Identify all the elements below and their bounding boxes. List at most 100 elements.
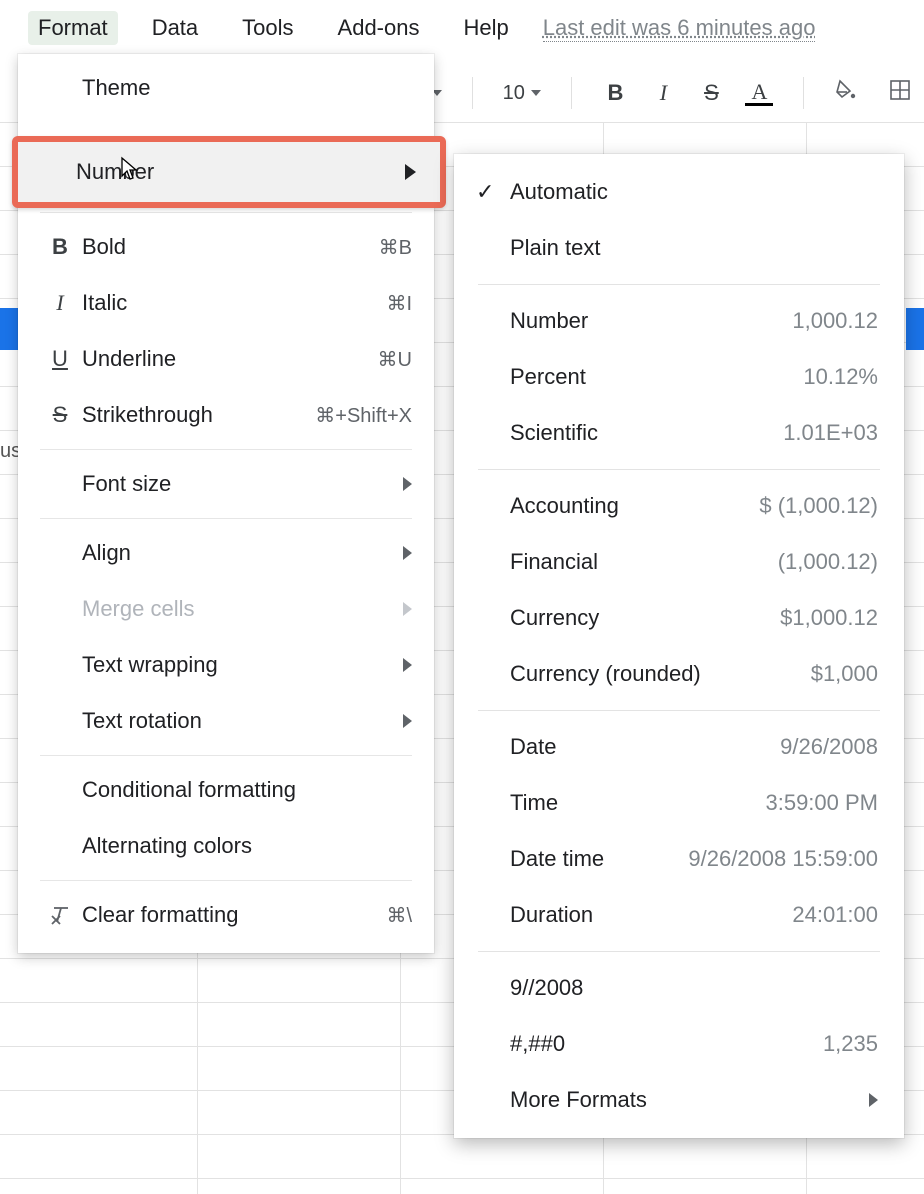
menu-item-strikethrough[interactable]: S Strikethrough ⌘+Shift+X	[18, 387, 434, 443]
submenu-example: (1,000.12)	[778, 549, 878, 575]
menu-item-number[interactable]: Number	[12, 136, 446, 208]
italic-button[interactable]: I	[649, 80, 677, 106]
submenu-label: Currency	[510, 605, 780, 631]
submenu-item-datetime[interactable]: Date time 9/26/2008 15:59:00	[454, 831, 904, 887]
submenu-label: Currency (rounded)	[510, 661, 811, 687]
menu-separator	[40, 755, 412, 756]
menu-item-text-wrapping[interactable]: Text wrapping	[18, 637, 434, 693]
menu-addons[interactable]: Add-ons	[328, 11, 430, 45]
submenu-example: 9/26/2008 15:59:00	[688, 846, 878, 872]
submenu-label: Scientific	[510, 420, 783, 446]
menu-item-shortcut: ⌘+Shift+X	[315, 403, 412, 428]
bold-icon: B	[38, 234, 82, 260]
submenu-label: Automatic	[510, 179, 878, 205]
submenu-example: 9/26/2008	[780, 734, 878, 760]
menu-item-bold[interactable]: B Bold ⌘B	[18, 219, 434, 275]
menu-separator	[40, 212, 412, 213]
menu-separator	[40, 449, 412, 450]
italic-icon: I	[38, 290, 82, 316]
menu-help[interactable]: Help	[453, 11, 518, 45]
submenu-item-accounting[interactable]: Accounting $ (1,000.12)	[454, 478, 904, 534]
submenu-label: Accounting	[510, 493, 759, 519]
menu-item-italic[interactable]: I Italic ⌘I	[18, 275, 434, 331]
menu-item-label: Italic	[82, 290, 386, 316]
submenu-item-time[interactable]: Time 3:59:00 PM	[454, 775, 904, 831]
submenu-item-plain-text[interactable]: Plain text	[454, 220, 904, 276]
submenu-label: Time	[510, 790, 765, 816]
submenu-arrow-icon	[403, 658, 412, 672]
submenu-example: 1,235	[823, 1031, 878, 1057]
last-edit-link[interactable]: Last edit was 6 minutes ago	[543, 15, 816, 42]
toolbar-separator	[803, 77, 804, 109]
fill-color-button[interactable]	[834, 78, 858, 108]
submenu-label: Date time	[510, 846, 688, 872]
menu-item-shortcut: ⌘I	[386, 291, 412, 316]
checkmark-icon: ✓	[476, 179, 510, 205]
menu-item-label: Conditional formatting	[82, 777, 412, 803]
strikethrough-button[interactable]: S	[697, 80, 725, 106]
submenu-item-scientific[interactable]: Scientific 1.01E+03	[454, 405, 904, 461]
cursor-pointer-icon	[118, 156, 140, 188]
submenu-arrow-icon	[403, 546, 412, 560]
menu-item-shortcut: ⌘B	[379, 235, 412, 260]
menu-item-alternating-colors[interactable]: Alternating colors	[18, 818, 434, 874]
submenu-item-percent[interactable]: Percent 10.12%	[454, 349, 904, 405]
menu-item-font-size[interactable]: Font size	[18, 456, 434, 512]
submenu-example: 3:59:00 PM	[765, 790, 878, 816]
menu-item-shortcut: ⌘\	[386, 903, 412, 928]
menu-item-label: Text wrapping	[82, 652, 403, 678]
menu-item-conditional-formatting[interactable]: Conditional formatting	[18, 762, 434, 818]
menu-item-label: Bold	[82, 234, 379, 260]
submenu-example: 1.01E+03	[783, 420, 878, 446]
submenu-label: Date	[510, 734, 780, 760]
submenu-example: 10.12%	[803, 364, 878, 390]
submenu-label: Plain text	[510, 235, 878, 261]
submenu-label: Financial	[510, 549, 778, 575]
menu-item-underline[interactable]: U Underline ⌘U	[18, 331, 434, 387]
menu-item-label: Alternating colors	[82, 833, 412, 859]
submenu-example: $1,000	[811, 661, 878, 687]
menu-item-label: Merge cells	[82, 596, 403, 622]
menu-data[interactable]: Data	[142, 11, 208, 45]
submenu-separator	[478, 469, 880, 470]
menu-bar: Format Data Tools Add-ons Help Last edit…	[0, 0, 924, 56]
menu-item-theme[interactable]: Theme	[18, 60, 434, 116]
menu-format[interactable]: Format	[28, 11, 118, 45]
menu-item-label: Font size	[82, 471, 403, 497]
submenu-arrow-icon	[403, 602, 412, 616]
caret-down-icon	[531, 90, 541, 96]
submenu-item-duration[interactable]: Duration 24:01:00	[454, 887, 904, 943]
submenu-label: #,##0	[510, 1031, 823, 1057]
submenu-item-custom-2[interactable]: #,##0 1,235	[454, 1016, 904, 1072]
submenu-item-custom-1[interactable]: 9//2008	[454, 960, 904, 1016]
text-color-button[interactable]: A	[745, 81, 773, 106]
toolbar-separator	[571, 77, 572, 109]
submenu-item-number[interactable]: Number 1,000.12	[454, 293, 904, 349]
borders-button[interactable]	[888, 78, 912, 108]
menu-item-align[interactable]: Align	[18, 525, 434, 581]
menu-item-clear-formatting[interactable]: Clear formatting ⌘\	[18, 887, 434, 943]
submenu-item-currency[interactable]: Currency $1,000.12	[454, 590, 904, 646]
submenu-label: 9//2008	[510, 975, 878, 1001]
menu-item-shortcut: ⌘U	[378, 347, 412, 372]
submenu-item-currency-rounded[interactable]: Currency (rounded) $1,000	[454, 646, 904, 702]
menu-item-label: Text rotation	[82, 708, 403, 734]
menu-item-label: Align	[82, 540, 403, 566]
submenu-item-financial[interactable]: Financial (1,000.12)	[454, 534, 904, 590]
bold-button[interactable]: B	[601, 80, 629, 106]
submenu-example: $1,000.12	[780, 605, 878, 631]
toolbar: 10 B I S A	[420, 64, 924, 122]
submenu-item-date[interactable]: Date 9/26/2008	[454, 719, 904, 775]
number-format-submenu: ✓ Automatic Plain text Number 1,000.12 P…	[454, 154, 904, 1138]
submenu-separator	[478, 710, 880, 711]
menu-item-text-rotation[interactable]: Text rotation	[18, 693, 434, 749]
submenu-label: Duration	[510, 902, 792, 928]
submenu-separator	[478, 284, 880, 285]
font-size-value: 10	[503, 82, 525, 105]
submenu-item-automatic[interactable]: ✓ Automatic	[454, 164, 904, 220]
font-size-selector[interactable]: 10	[503, 82, 541, 105]
menu-item-label: Theme	[82, 75, 412, 101]
submenu-item-more-formats[interactable]: More Formats	[454, 1072, 904, 1128]
menu-tools[interactable]: Tools	[232, 11, 303, 45]
menu-item-merge-cells: Merge cells	[18, 581, 434, 637]
